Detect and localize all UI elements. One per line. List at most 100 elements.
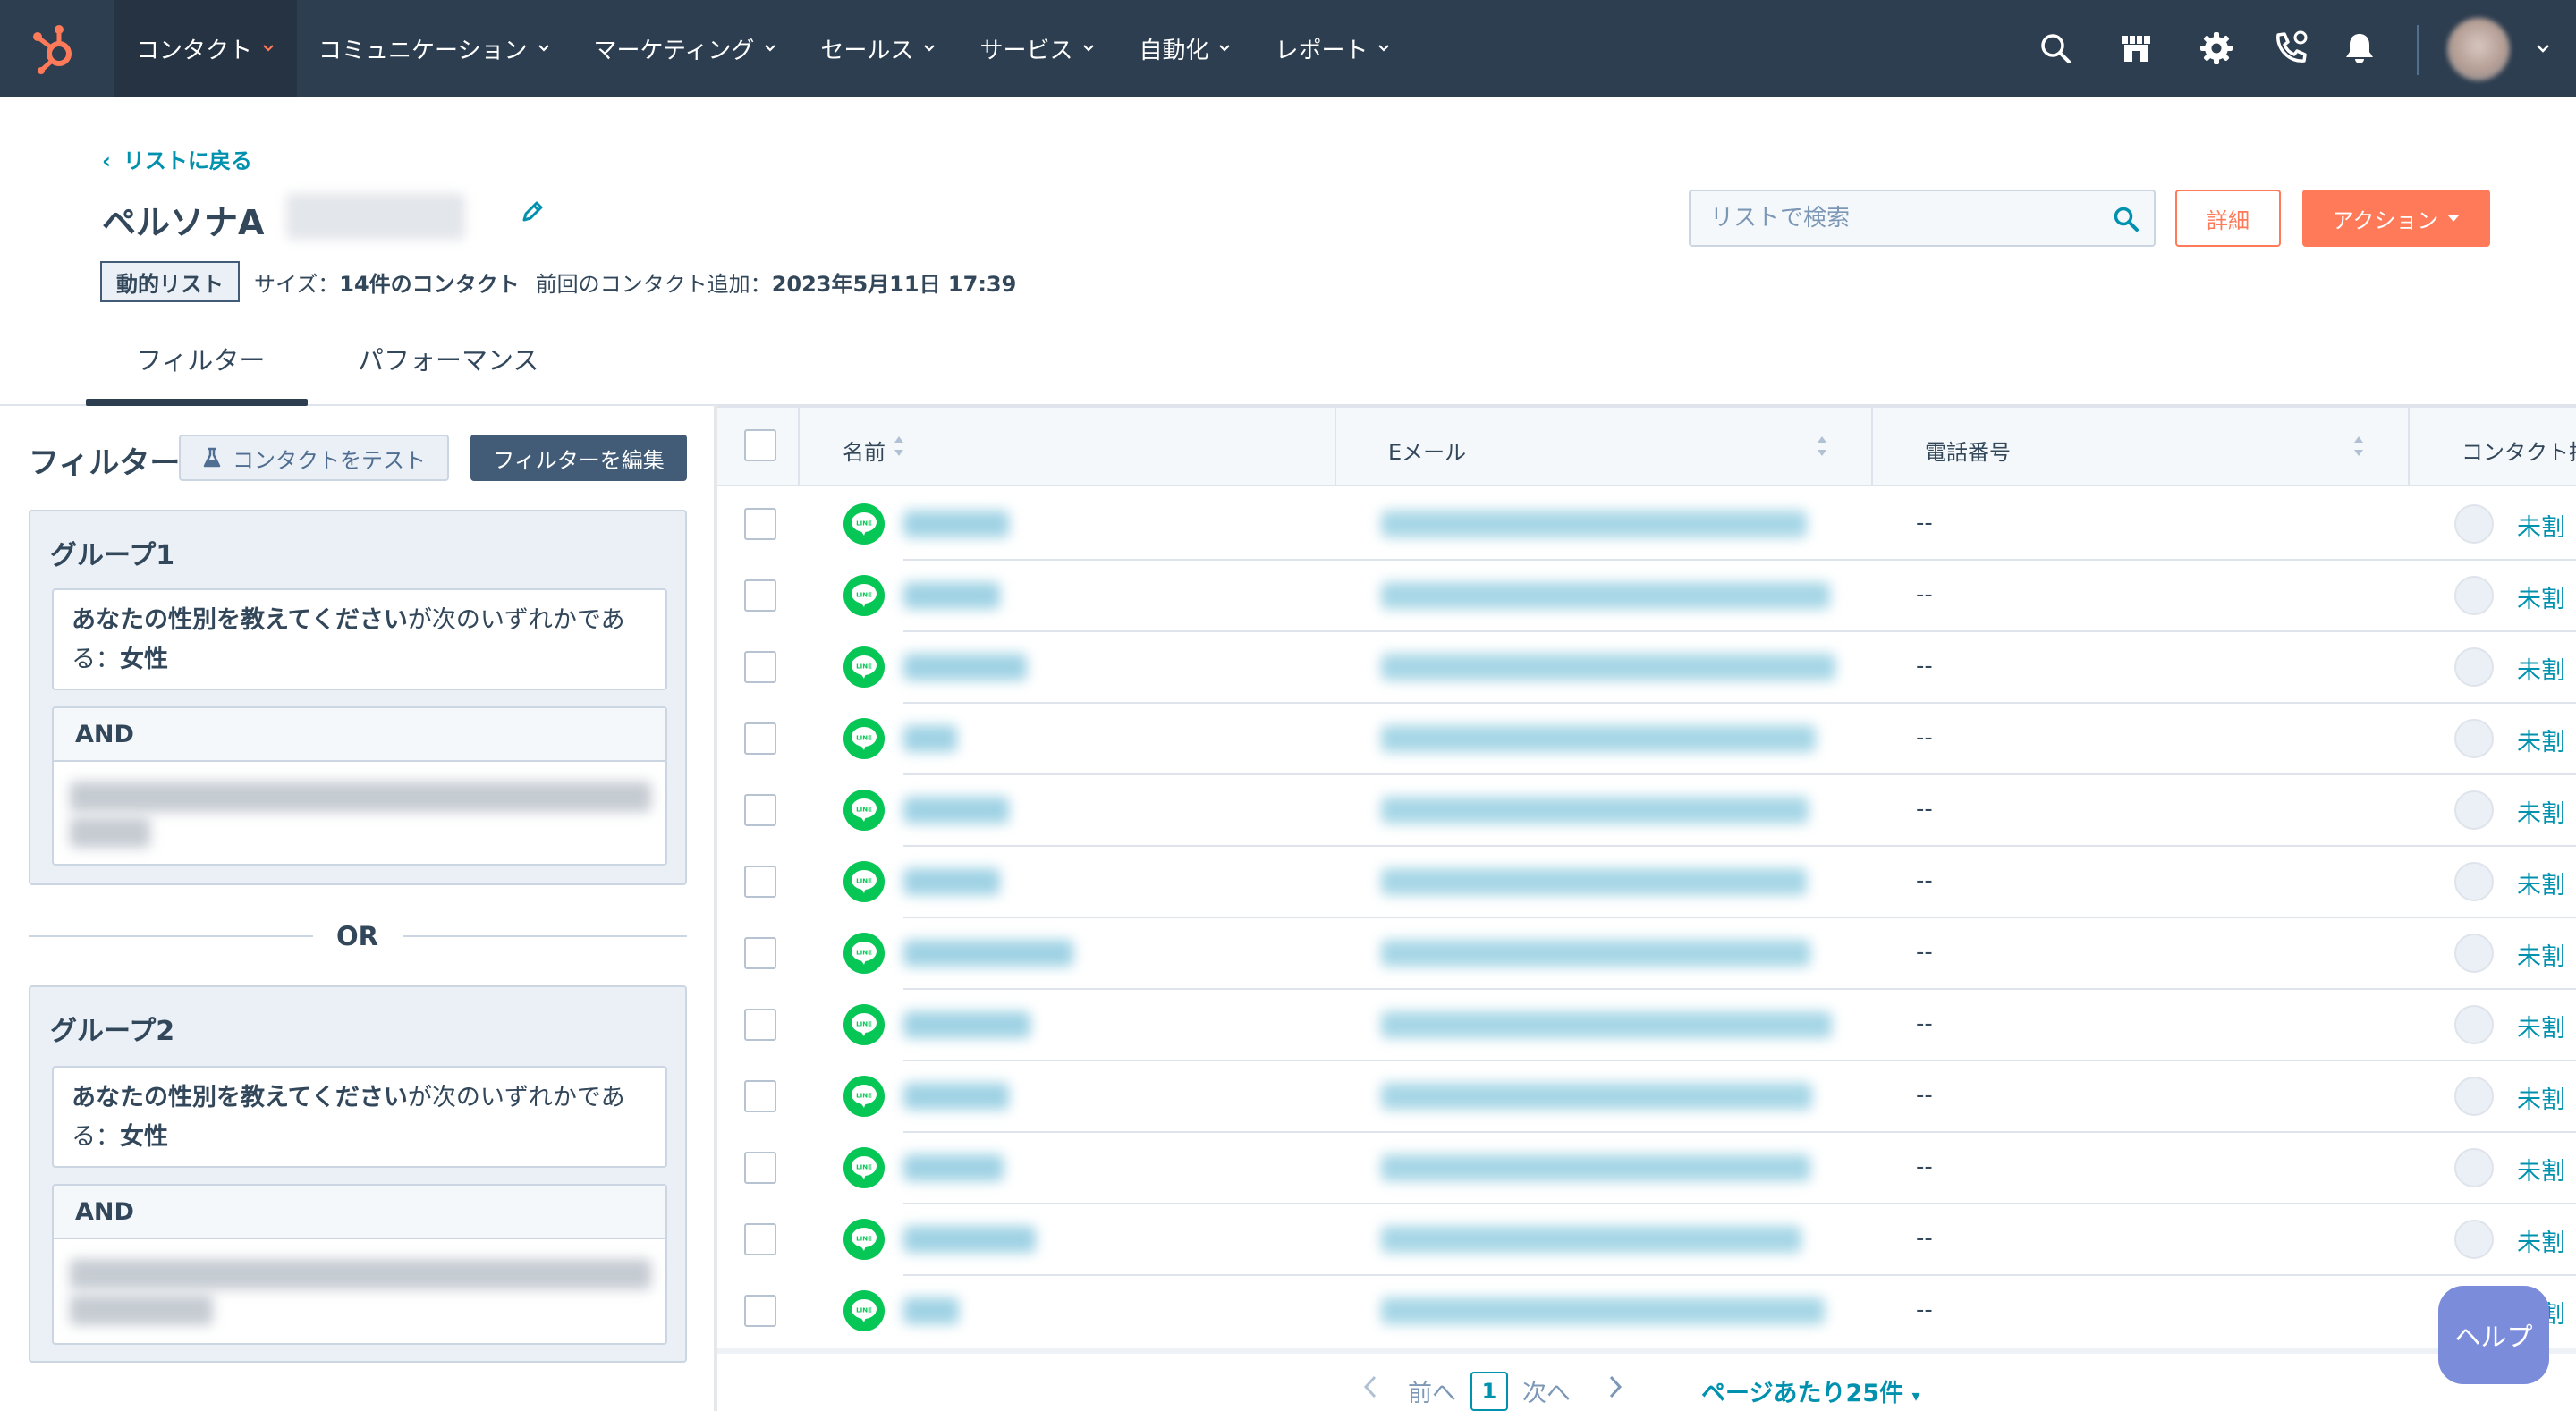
chevron-down-icon[interactable]: [2535, 41, 2551, 58]
redacted-contact-email[interactable]: [1381, 582, 1830, 609]
per-page-dropdown[interactable]: ページあたり25件 ▾: [1701, 1373, 1920, 1408]
redacted-contact-name[interactable]: [903, 868, 1000, 895]
contact-owner[interactable]: 未割: [2517, 651, 2565, 686]
contact-owner[interactable]: 未割: [2517, 1223, 2565, 1258]
redacted-contact-email[interactable]: [1381, 1226, 1801, 1253]
column-header-phone[interactable]: 電話番号: [1925, 435, 2011, 466]
owner-avatar-icon: [2454, 862, 2494, 901]
row-checkbox[interactable]: [744, 1080, 776, 1112]
next-page-button[interactable]: 次へ: [1522, 1373, 1571, 1408]
pencil-edit-icon[interactable]: [519, 199, 546, 225]
calling-icon[interactable]: [2272, 30, 2308, 66]
redacted-contact-name[interactable]: [903, 1083, 1009, 1110]
tab-performance[interactable]: パフォーマンス: [358, 340, 538, 377]
help-button[interactable]: ヘルプ: [2438, 1286, 2549, 1384]
row-checkbox[interactable]: [744, 722, 776, 755]
redacted-contact-email[interactable]: [1381, 940, 1810, 967]
sort-icon[interactable]: [1816, 433, 1828, 463]
redacted-contact-name[interactable]: [903, 1297, 959, 1324]
contact-owner[interactable]: 未割: [2517, 579, 2565, 614]
redacted-contact-email[interactable]: [1381, 725, 1816, 752]
caret-down-icon: [2447, 214, 2460, 223]
sort-icon[interactable]: [893, 433, 905, 463]
contact-owner[interactable]: 未割: [2517, 1080, 2565, 1115]
filter-condition[interactable]: あなたの性別を教えてくださいが次のいずれかである：女性: [52, 588, 667, 690]
and-filter-block[interactable]: AND: [52, 706, 667, 866]
contact-owner[interactable]: 未割: [2517, 722, 2565, 757]
table-bottom-border: [717, 1348, 2576, 1354]
redacted-contact-name[interactable]: [903, 725, 957, 752]
row-checkbox[interactable]: [744, 651, 776, 683]
contact-owner[interactable]: 未割: [2517, 866, 2565, 900]
contact-owner[interactable]: 未割: [2517, 508, 2565, 543]
row-divider: [903, 702, 2576, 704]
row-checkbox[interactable]: [744, 1295, 776, 1327]
redacted-contact-name[interactable]: [903, 797, 1009, 824]
and-filter-block[interactable]: AND: [52, 1184, 667, 1345]
row-checkbox[interactable]: [744, 1223, 776, 1255]
redacted-contact-name[interactable]: [903, 1154, 1004, 1181]
tab-filters[interactable]: フィルター: [136, 340, 265, 377]
nav-menu-item[interactable]: コミュニケーション: [297, 0, 572, 97]
row-checkbox[interactable]: [744, 866, 776, 898]
redacted-contact-name[interactable]: [903, 1226, 1036, 1253]
marketplace-icon[interactable]: [2118, 30, 2154, 66]
row-checkbox[interactable]: [744, 508, 776, 540]
and-label: AND: [54, 708, 665, 762]
redacted-contact-email[interactable]: [1381, 868, 1807, 895]
contact-owner[interactable]: 未割: [2517, 1009, 2565, 1043]
search-icon[interactable]: [2038, 30, 2073, 66]
redacted-contact-name[interactable]: [903, 1011, 1030, 1038]
contact-owner[interactable]: 未割: [2517, 937, 2565, 972]
row-checkbox[interactable]: [744, 1152, 776, 1184]
back-to-lists-link[interactable]: ‹ リストに戻る: [102, 143, 252, 174]
redacted-contact-email[interactable]: [1381, 1297, 1825, 1324]
row-checkbox[interactable]: [744, 794, 776, 826]
redacted-contact-email[interactable]: [1381, 1011, 1832, 1038]
column-header-owner[interactable]: コンタクト担: [2462, 435, 2576, 466]
next-page-icon[interactable]: [1606, 1373, 1624, 1407]
redacted-contact-email[interactable]: [1381, 1083, 1812, 1110]
nav-menu-item[interactable]: セールス: [799, 0, 958, 97]
contact-owner[interactable]: 未割: [2517, 1152, 2565, 1187]
redacted-contact-email[interactable]: [1381, 797, 1809, 824]
actions-button-label: アクション: [2332, 207, 2439, 233]
notification-bell-icon[interactable]: [2342, 30, 2377, 66]
details-button[interactable]: 詳細: [2175, 190, 2281, 247]
redacted-contact-name[interactable]: [903, 940, 1073, 967]
redacted-contact-email[interactable]: [1381, 511, 1807, 537]
actions-button[interactable]: アクション: [2302, 190, 2490, 247]
svg-text:LINE: LINE: [856, 950, 872, 957]
redacted-contact-name[interactable]: [903, 511, 1009, 537]
row-checkbox[interactable]: [744, 579, 776, 612]
row-checkbox[interactable]: [744, 937, 776, 969]
filter-condition[interactable]: あなたの性別を教えてくださいが次のいずれかである：女性: [52, 1066, 667, 1168]
row-divider: [903, 630, 2576, 632]
contact-owner[interactable]: 未割: [2517, 794, 2565, 829]
column-header-name[interactable]: 名前: [843, 435, 886, 466]
current-page[interactable]: 1: [1470, 1372, 1508, 1411]
edit-filters-button[interactable]: フィルターを編集: [470, 435, 687, 481]
hubspot-logo-icon[interactable]: [27, 21, 86, 75]
prev-page-button[interactable]: 前へ: [1408, 1373, 1456, 1408]
nav-menu-item[interactable]: コンタクト: [114, 0, 298, 97]
redacted-contact-name[interactable]: [903, 654, 1027, 680]
sort-icon[interactable]: [2352, 433, 2365, 463]
list-search-input[interactable]: [1690, 191, 2084, 245]
row-checkbox[interactable]: [744, 1009, 776, 1041]
redacted-contact-name[interactable]: [903, 582, 1000, 609]
nav-menu-item[interactable]: レポート: [1253, 0, 1412, 97]
prev-page-icon[interactable]: [1361, 1373, 1379, 1407]
column-header-email[interactable]: Eメール: [1388, 435, 1466, 466]
settings-gear-icon[interactable]: [2199, 30, 2234, 66]
user-avatar[interactable]: [2447, 18, 2510, 80]
search-icon[interactable]: [2113, 206, 2140, 232]
redacted-contact-email[interactable]: [1381, 654, 1835, 680]
select-all-checkbox[interactable]: [744, 429, 776, 461]
owner-avatar-icon: [2454, 1148, 2494, 1187]
redacted-contact-email[interactable]: [1381, 1154, 1810, 1181]
nav-menu-item[interactable]: サービス: [958, 0, 1117, 97]
nav-menu-item[interactable]: マーケティング: [572, 0, 800, 97]
test-contact-button[interactable]: コンタクトをテスト: [179, 435, 449, 481]
nav-menu-item[interactable]: 自動化: [1117, 0, 1253, 97]
